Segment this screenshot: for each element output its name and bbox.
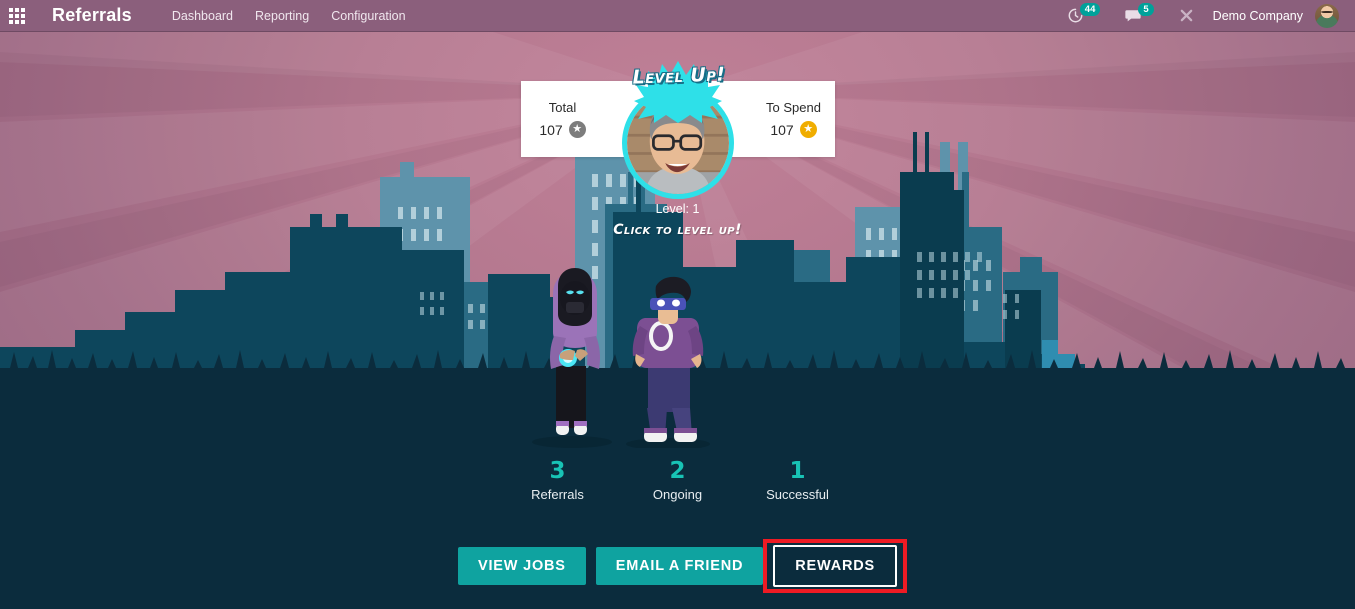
to-spend-value-row: 107 ★ — [770, 121, 817, 138]
user-avatar[interactable] — [1315, 3, 1339, 28]
activities-button[interactable]: 44 — [1057, 0, 1115, 32]
close-x-icon — [1180, 9, 1192, 22]
stat-successful[interactable]: 1 Successful — [738, 457, 858, 502]
total-label: Total — [548, 100, 577, 115]
character-illustrations — [532, 268, 710, 448]
click-to-level-up-label[interactable]: Click to level up! — [0, 222, 1355, 238]
view-jobs-button[interactable]: VIEW JOBS — [458, 547, 586, 585]
referrals-stage: Total 107 ★ To Spend 107 ★ Level Up! Lev… — [0, 32, 1355, 609]
apps-grid-icon[interactable] — [0, 0, 34, 32]
stat-successful-label: Successful — [766, 487, 829, 502]
action-buttons-row: VIEW JOBS EMAIL A FRIEND REWARDS — [0, 539, 1355, 593]
messages-button[interactable]: 5 — [1114, 0, 1167, 32]
close-x-button[interactable] — [1168, 0, 1205, 32]
menu-item-reporting[interactable]: Reporting — [255, 9, 309, 23]
stat-ongoing-value: 2 — [669, 458, 686, 484]
stats-row: 3 Referrals 2 Ongoing 1 Successful — [0, 457, 1355, 502]
stat-ongoing-label: Ongoing — [652, 487, 703, 502]
menu-item-dashboard[interactable]: Dashboard — [172, 9, 233, 23]
messages-count-badge: 5 — [1138, 3, 1154, 16]
page-title: Referrals — [52, 5, 132, 25]
stat-ongoing[interactable]: 2 Ongoing — [618, 457, 738, 502]
gold-star-icon: ★ — [799, 121, 817, 138]
total-value: 107 — [539, 121, 563, 138]
to-spend-value: 107 — [770, 121, 794, 138]
rewards-button[interactable]: REWARDS — [773, 545, 897, 587]
hero-character — [632, 276, 704, 442]
level-caption: Level: 1 — [655, 202, 700, 216]
avatar-ring — [622, 87, 734, 199]
grey-star-icon: ★ — [568, 121, 586, 138]
navbar-systray: 44 5 Demo Company — [1057, 0, 1355, 32]
menu-item-configuration[interactable]: Configuration — [331, 9, 405, 23]
stat-referrals-label: Referrals — [531, 487, 584, 502]
total-value-row: 107 ★ — [539, 121, 586, 138]
stat-referrals[interactable]: 3 Referrals — [498, 457, 618, 502]
apps-grid-dots — [9, 7, 25, 24]
stat-referrals-value: 3 — [549, 458, 566, 484]
activities-count-badge: 44 — [1079, 3, 1101, 16]
company-selector[interactable]: Demo Company — [1205, 9, 1315, 23]
stat-successful-value: 1 — [789, 458, 806, 484]
rewards-button-holder: REWARDS — [763, 539, 907, 593]
level-up-avatar-button[interactable]: Level Up! — [622, 61, 734, 199]
main-menu: Dashboard Reporting Configuration — [172, 9, 406, 23]
email-a-friend-button[interactable]: EMAIL A FRIEND — [595, 547, 764, 585]
hooded-character — [550, 268, 600, 435]
top-navbar: Referrals Dashboard Reporting Configurat… — [0, 0, 1355, 32]
profile-avatar — [627, 92, 729, 194]
to-spend-label: To Spend — [766, 100, 821, 115]
